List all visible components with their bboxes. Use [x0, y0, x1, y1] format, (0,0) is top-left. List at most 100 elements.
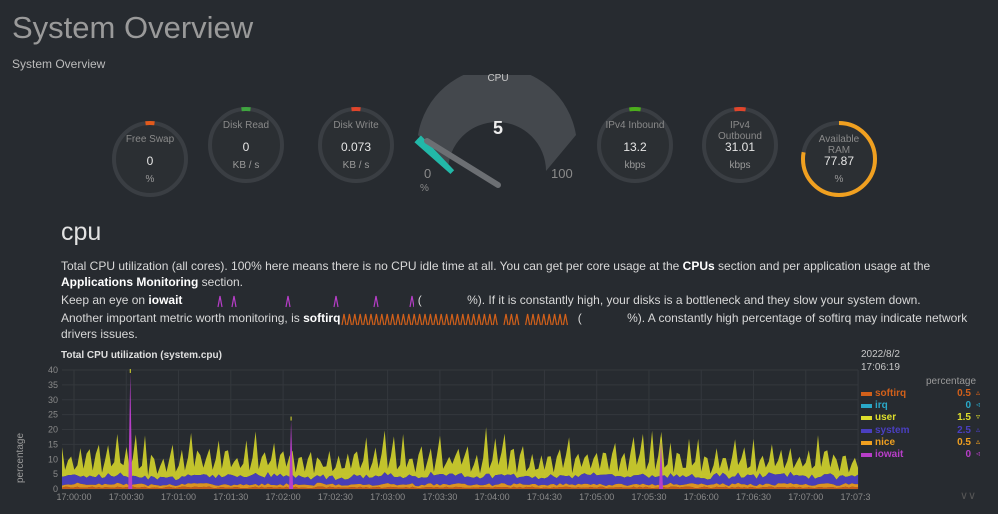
x-tick-label: 17:02:00	[266, 492, 301, 502]
legend-item-system[interactable]: system 2.5 ▵	[861, 425, 983, 437]
spark-mark	[347, 313, 353, 325]
y-tick-label: 15	[48, 439, 58, 449]
cpu-gauge-needle	[424, 138, 501, 188]
legend-value: 0.5	[957, 436, 971, 448]
gauge-title: Disk Write	[333, 120, 379, 131]
chart-y-ticks: 0510152025303540	[48, 365, 58, 494]
spark-mark	[493, 313, 499, 325]
gauge-ipv4-inbound: IPv4 Inbound 13.2 kbps	[592, 102, 678, 188]
spark-mark	[541, 313, 547, 325]
desc-text: section.	[198, 275, 244, 289]
spark-mark	[439, 313, 445, 325]
spark-mark	[390, 313, 396, 325]
page-title: System Overview	[12, 10, 254, 45]
x-tick-label: 17:05:00	[579, 492, 614, 502]
gauge-value: 13.2	[623, 140, 647, 154]
x-tick-label: 17:01:30	[213, 492, 248, 502]
spark-mark	[509, 313, 515, 325]
legend-value: 2.5	[957, 424, 971, 436]
gauge-unit: %	[145, 174, 155, 185]
spark-mark	[373, 295, 380, 307]
spark-mark	[395, 313, 402, 325]
legend-swatch	[861, 440, 872, 445]
legend-item-user[interactable]: user 1.5 ▿	[861, 412, 983, 424]
legend-name: nice	[875, 436, 896, 448]
gauge-value: 0	[146, 154, 154, 168]
legend-item-softirq[interactable]: softirq 0.5 ▵	[861, 388, 983, 400]
spark-mark	[525, 313, 531, 325]
desc-text: Total CPU utilization (all cores). 100% …	[61, 259, 683, 273]
spark-mark	[231, 295, 238, 307]
gauge-unit: kbps	[624, 160, 646, 171]
legend-swatch	[861, 453, 872, 457]
gauge-title: IPv4 Outbound	[718, 120, 762, 142]
gauge-unit: kbps	[729, 160, 751, 171]
gauge-title: IPv4 Inbound	[605, 120, 665, 131]
y-tick-label: 30	[48, 395, 58, 405]
applications-link[interactable]: Applications Monitoring	[61, 275, 198, 289]
series-user-area	[62, 427, 858, 481]
cpu-gauge-min: 0	[424, 166, 432, 181]
gauge-title: Available RAM	[818, 134, 860, 156]
y-tick-label: 10	[48, 454, 58, 464]
legend-item-nice[interactable]: nice 0.5 ▵	[861, 437, 983, 449]
spark-mark	[368, 313, 375, 325]
section-heading: cpu	[61, 218, 102, 246]
cpu-chart[interactable]: 0510152025303540 17:00:00 17:00:30 17:01:0…	[0, 360, 870, 514]
spark-mark	[422, 313, 429, 325]
gauge-disk-read: Disk Read 0 KB / s	[203, 102, 289, 188]
legend-name: iowait	[875, 449, 904, 460]
y-tick-label: 35	[48, 380, 58, 390]
x-tick-label: 17:05:30	[631, 492, 666, 502]
y-tick-label: 25	[48, 410, 58, 420]
x-tick-label: 17:03:00	[370, 492, 405, 502]
cpu-gauge-max: 100	[551, 166, 573, 181]
x-tick-label: 17:06:00	[684, 492, 719, 502]
spark-mark	[482, 313, 488, 325]
chart-y-axis-label: percentage	[15, 433, 26, 483]
spark-mark	[358, 313, 364, 325]
legend-trend-icon: ▵	[975, 388, 980, 397]
legend-value: 0.5	[957, 388, 971, 399]
spark-mark	[455, 313, 461, 325]
spark-mark	[401, 313, 407, 325]
gauge-unit: KB / s	[342, 160, 370, 171]
legend-trend-icon: ▵	[975, 436, 980, 446]
softirq-keyword: softirq	[303, 311, 341, 325]
cpu-gauge-unit: %	[420, 183, 429, 194]
softirq-description: Another important metric worth monitorin…	[61, 310, 967, 326]
spark-mark	[433, 313, 439, 325]
cpu-gauge-value: 5	[492, 118, 503, 138]
legend-value: 0	[965, 449, 971, 460]
spark-mark	[406, 313, 412, 325]
cpu-gauge-title: CPU	[487, 73, 509, 84]
legend-time: 17:06:19	[861, 362, 900, 373]
spark-mark	[449, 313, 456, 325]
chevron-down-icon[interactable]: ∨∨	[960, 489, 976, 502]
iowait-keyword: iowait	[148, 293, 183, 307]
gauge-ipv4-outbound: IPv4 Outbound 31.01 kbps	[697, 102, 783, 188]
spark-mark	[547, 313, 553, 325]
desc-text: section and per application usage at the	[714, 259, 931, 273]
softirq-description-line2: drivers issues.	[61, 327, 138, 341]
x-tick-label: 17:00:30	[109, 492, 144, 502]
cpus-link[interactable]: CPUs	[683, 259, 715, 273]
spark-mark	[530, 313, 537, 325]
gauge-title: Disk Read	[222, 120, 270, 131]
x-tick-label: 17:03:30	[422, 492, 457, 502]
spark-mark	[536, 313, 542, 325]
legend-unit: percentage	[926, 376, 977, 387]
y-tick-label: 5	[53, 469, 58, 479]
spark-mark	[412, 313, 418, 325]
spark-mark	[487, 313, 493, 325]
spark-mark	[476, 313, 483, 325]
legend-swatch	[861, 416, 872, 421]
spark-mark	[563, 313, 569, 325]
spark-mark	[341, 313, 348, 325]
legend-item-irq[interactable]: irq 0 ◃	[861, 400, 983, 412]
legend-swatch	[861, 428, 872, 433]
legend-trend-icon: ▿	[975, 412, 980, 422]
x-tick-label: 17:07:00	[788, 492, 823, 502]
legend-item-iowait[interactable]: iowait 0 ◃	[861, 449, 983, 461]
legend-swatch	[861, 404, 872, 409]
